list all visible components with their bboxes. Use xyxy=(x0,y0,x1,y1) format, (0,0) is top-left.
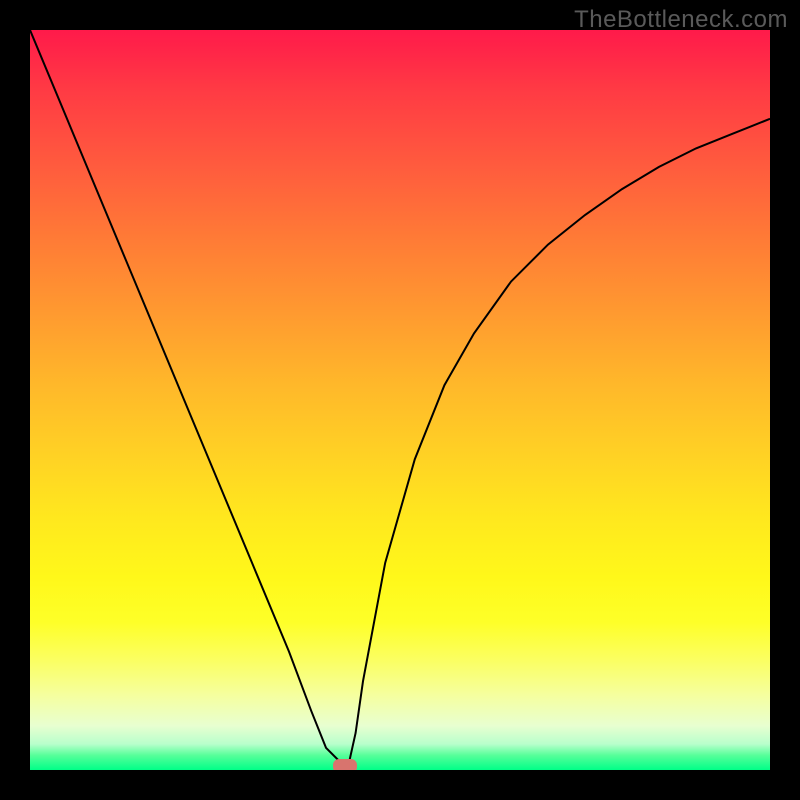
plot-area xyxy=(30,30,770,770)
curve-svg xyxy=(30,30,770,770)
watermark-text: TheBottleneck.com xyxy=(574,6,788,34)
optimum-marker xyxy=(333,759,357,770)
bottleneck-curve-line xyxy=(30,30,770,766)
chart-frame: TheBottleneck.com xyxy=(0,0,800,800)
